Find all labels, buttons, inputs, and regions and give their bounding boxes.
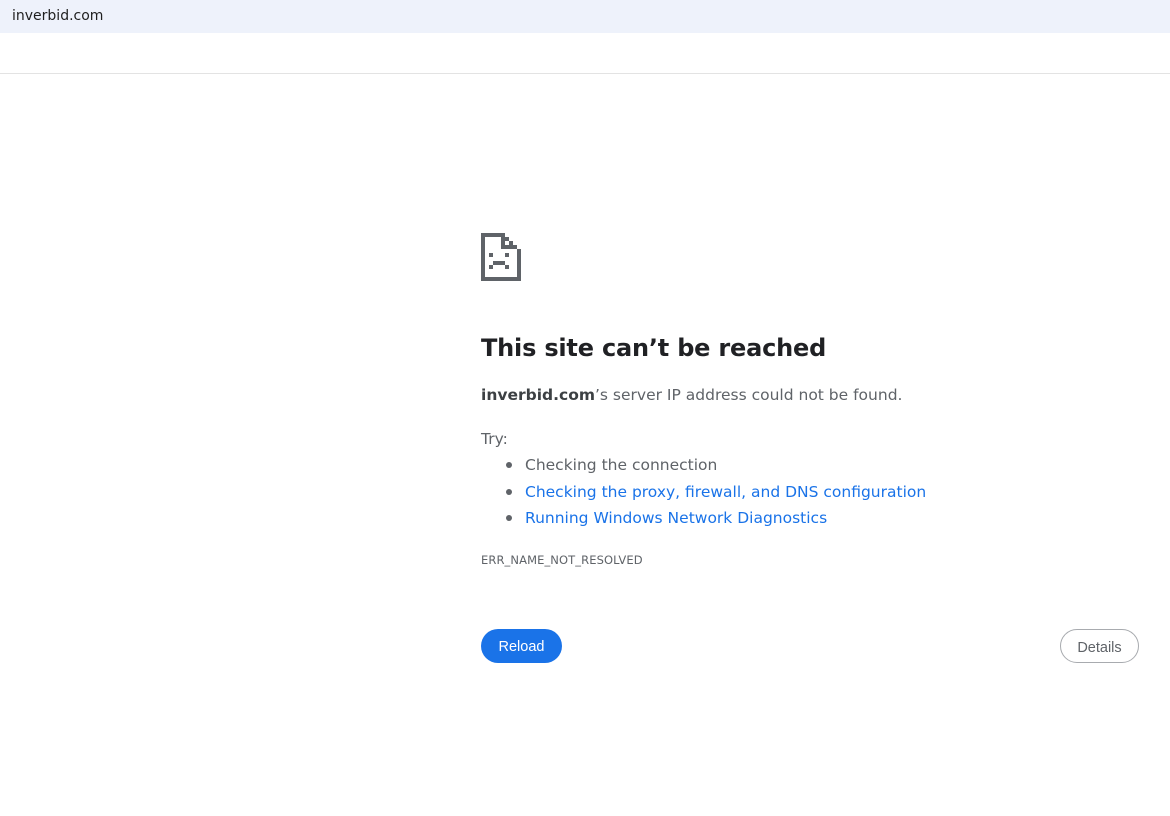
suggestion-proxy-link[interactable]: Checking the proxy, firewall, and DNS co…: [525, 483, 926, 501]
details-button[interactable]: Details: [1060, 629, 1139, 663]
page-title: This site can’t be reached: [481, 334, 827, 362]
bullet-icon: [506, 462, 512, 468]
reload-button[interactable]: Reload: [481, 629, 562, 663]
suggestion-item: Running Windows Network Diagnostics: [481, 508, 926, 535]
suggestion-diagnostics-link[interactable]: Running Windows Network Diagnostics: [525, 509, 827, 527]
error-summary: inverbid.com’s server IP address could n…: [481, 386, 902, 404]
summary-host: inverbid.com: [481, 386, 595, 404]
sad-document-icon: [481, 233, 521, 281]
url-text[interactable]: inverbid.com: [12, 7, 103, 25]
suggestion-item: Checking the connection: [481, 455, 926, 482]
suggestion-item: Checking the proxy, firewall, and DNS co…: [481, 482, 926, 509]
address-bar[interactable]: inverbid.com: [0, 0, 1170, 33]
bullet-icon: [506, 515, 512, 521]
try-label: Try:: [481, 430, 508, 448]
suggestions-list: Checking the connection Checking the pro…: [481, 455, 926, 535]
toolbar-area: [0, 33, 1170, 74]
summary-message: ’s server IP address could not be found.: [595, 386, 903, 404]
error-code: ERR_NAME_NOT_RESOLVED: [481, 553, 643, 567]
bullet-icon: [506, 488, 512, 495]
suggestion-check-connection: Checking the connection: [525, 456, 718, 474]
